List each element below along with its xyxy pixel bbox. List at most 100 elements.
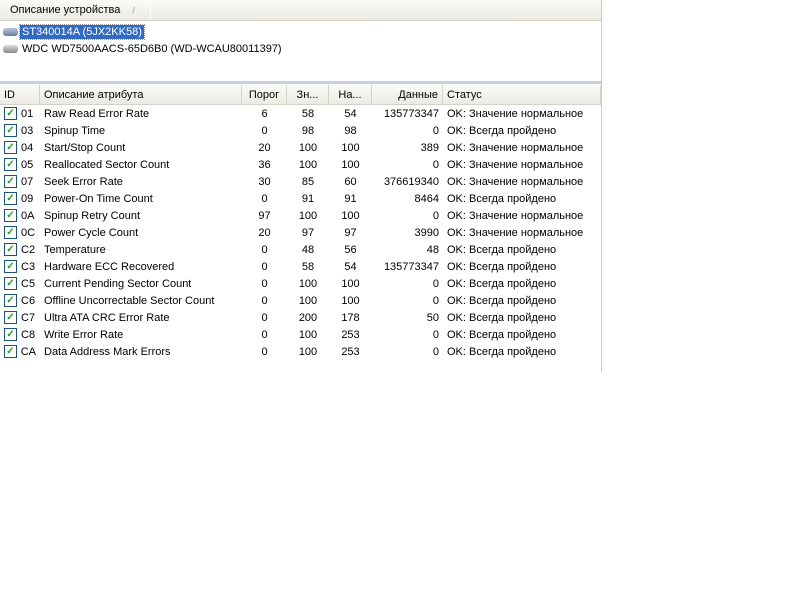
table-row[interactable]: ✓ 05 Reallocated Sector Count 36 100 100 0 OK: … <box>0 156 601 173</box>
table-row[interactable]: ✓ 07 Seek Error Rate 30 85 60 376619340 OK: Зна… <box>0 173 601 190</box>
device-item[interactable]: WDC WD7500AACS-65D6B0 (WD-WCAU80011397) <box>0 40 601 57</box>
device-item[interactable]: ST340014A (5JX2KK58) <box>0 23 601 40</box>
table-cell: OK: Значение нормальное <box>447 226 584 239</box>
checkbox[interactable]: ✓ <box>4 209 17 222</box>
table-cell: 50 <box>426 311 439 324</box>
cell-id: ✓ C8 <box>0 328 40 341</box>
table-row[interactable]: ✓ CA Data Address Mark Errors 0 100 253 0 OK: В… <box>0 343 601 360</box>
cell-id: ✓ 01 <box>0 107 40 120</box>
checkbox[interactable]: ✓ <box>4 107 17 120</box>
cell-id: ✓ 09 <box>0 192 40 205</box>
table-cell: OK: Всегда пройдено <box>447 124 557 137</box>
table-row[interactable]: ✓ C7 Ultra ATA CRC Error Rate 0 200 178 50 OK: … <box>0 309 601 326</box>
column-header[interactable]: Порог <box>242 85 287 104</box>
device-name: WDC WD7500AACS-65D6B0 (WD-WCAU80011397) <box>22 42 282 55</box>
checkbox[interactable]: ✓ <box>4 345 17 358</box>
checkbox[interactable]: ✓ <box>4 243 17 256</box>
table-row[interactable]: ✓ 03 Spinup Time 0 98 98 0 OK: Всегда пройдено <box>0 122 601 139</box>
column-header[interactable]: На... <box>329 85 372 104</box>
column-header[interactable]: Зн... <box>287 85 329 104</box>
checkbox[interactable]: ✓ <box>4 311 17 324</box>
table-cell: 60 <box>344 175 357 188</box>
id-text: 0A <box>21 209 35 222</box>
table-cell: 85 <box>301 175 315 188</box>
checkbox[interactable]: ✓ <box>4 158 17 171</box>
id-text: C6 <box>21 294 36 307</box>
table-cell: 56 <box>344 243 357 256</box>
hard-drive-icon <box>3 27 18 36</box>
table-cell: OK: Значение нормальное <box>447 175 584 188</box>
table-cell: 0 <box>432 209 439 222</box>
checkbox[interactable]: ✓ <box>4 192 17 205</box>
table-cell: 54 <box>344 260 357 273</box>
table-row[interactable]: ✓ C6 Offline Uncorrectable Sector Count 0 10… <box>0 292 601 309</box>
table-cell: 30 <box>258 175 271 188</box>
checkbox[interactable]: ✓ <box>4 124 17 137</box>
column-header[interactable]: Статус <box>443 85 601 104</box>
id-text: 07 <box>21 175 34 188</box>
id-text: 05 <box>21 158 34 171</box>
checkbox[interactable]: ✓ <box>4 141 17 154</box>
table-cell: 253 <box>341 345 360 358</box>
table-row[interactable]: ✓ C2 Temperature 0 48 56 48 OK: Всегда пройдено <box>0 241 601 258</box>
device-column-label: Описание устройства <box>10 4 121 16</box>
id-text: 03 <box>21 124 34 137</box>
table-cell: 98 <box>344 124 357 137</box>
table-cell: 0 <box>432 294 439 307</box>
table-row[interactable]: ✓ C8 Write Error Rate 0 100 253 0 OK: Всегда пр… <box>0 326 601 343</box>
table-cell: 54 <box>344 107 357 120</box>
table-cell: OK: Значение нормальное <box>447 158 584 171</box>
checkbox[interactable]: ✓ <box>4 328 17 341</box>
device-column-header[interactable]: Описание устройства / <box>0 0 151 20</box>
cell-id: ✓ 0A <box>0 209 40 222</box>
table-cell: Seek Error Rate <box>44 175 123 188</box>
id-text: C2 <box>21 243 36 256</box>
attribute-table-header: ID Описание атрибута Порог Зн... На... Данные… <box>0 85 601 105</box>
id-text: C7 <box>21 311 36 324</box>
device-list: ST340014A (5JX2KK58) WDC WD7500AACS-65D6B… <box>0 21 601 84</box>
table-cell: Current Pending Sector Count <box>44 277 192 290</box>
table-cell: 100 <box>298 345 318 358</box>
table-cell: OK: Всегда пройдено <box>447 260 557 273</box>
device-list-header: Описание устройства / <box>0 0 601 21</box>
table-row[interactable]: ✓ 0C Power Cycle Count 20 97 97 3990 OK: Значен… <box>0 224 601 241</box>
column-header[interactable]: ID <box>0 85 40 104</box>
table-row[interactable]: ✓ 09 Power-On Time Count 0 91 91 8464 OK: Всегд… <box>0 190 601 207</box>
cell-id: ✓ 07 <box>0 175 40 188</box>
cell-id: ✓ 03 <box>0 124 40 137</box>
table-cell: 0 <box>432 158 439 171</box>
table-cell: 8464 <box>414 192 439 205</box>
table-cell: OK: Значение нормальное <box>447 209 584 222</box>
checkbox[interactable]: ✓ <box>4 260 17 273</box>
checkbox[interactable]: ✓ <box>4 294 17 307</box>
table-cell: 389 <box>420 141 439 154</box>
table-row[interactable]: ✓ C3 Hardware ECC Recovered 0 58 54 135773347 O… <box>0 258 601 275</box>
table-cell: Offline Uncorrectable Sector Count <box>44 294 215 307</box>
checkbox[interactable]: ✓ <box>4 277 17 290</box>
column-header[interactable]: Описание атрибута <box>40 85 242 104</box>
table-cell: 3990 <box>414 226 439 239</box>
checkbox[interactable]: ✓ <box>4 175 17 188</box>
table-cell: 97 <box>258 209 271 222</box>
id-text: C8 <box>21 328 36 341</box>
table-cell: 91 <box>344 192 357 205</box>
id-text: 01 <box>21 107 34 120</box>
table-cell: Reallocated Sector Count <box>44 158 170 171</box>
table-cell: 100 <box>298 277 318 290</box>
cell-id: ✓ 0C <box>0 226 40 239</box>
table-row[interactable]: ✓ 04 Start/Stop Count 20 100 100 389 OK: Значен… <box>0 139 601 156</box>
column-header[interactable]: Данные <box>372 85 443 104</box>
sort-indicator-icon: / <box>132 5 135 15</box>
attribute-table: ✓ 01 Raw Read Error Rate 6 58 54 135773347 OK: … <box>0 105 601 360</box>
device-name: ST340014A (5JX2KK58) <box>19 23 145 40</box>
table-row[interactable]: ✓ 01 Raw Read Error Rate 6 58 54 135773347 OK: … <box>0 105 601 122</box>
table-row[interactable]: ✓ 0A Spinup Retry Count 97 100 100 0 OK: Значен… <box>0 207 601 224</box>
table-row[interactable]: ✓ C5 Current Pending Sector Count 0 100 100 0 O… <box>0 275 601 292</box>
table-cell: 100 <box>298 294 318 307</box>
checkbox[interactable]: ✓ <box>4 226 17 239</box>
table-cell: 0 <box>261 294 268 307</box>
table-cell: 97 <box>301 226 315 239</box>
table-cell: 0 <box>261 124 268 137</box>
table-cell: 135773347 <box>383 107 439 120</box>
table-cell: 97 <box>344 226 357 239</box>
